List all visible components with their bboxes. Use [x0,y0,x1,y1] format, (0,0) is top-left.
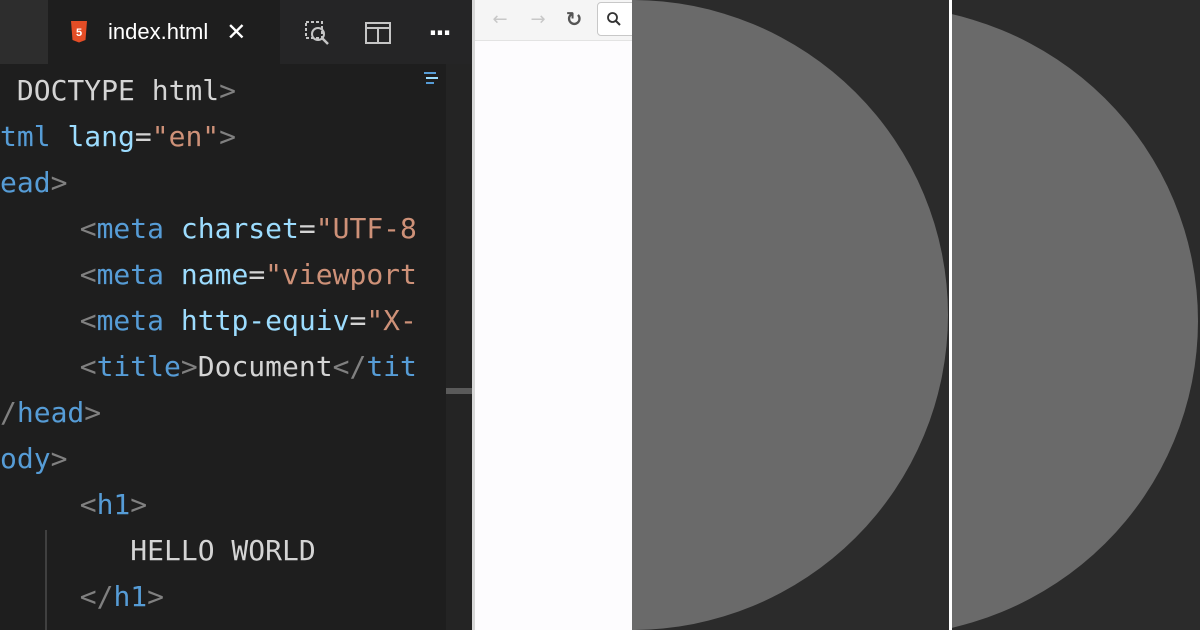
address-bar[interactable] [597,2,632,36]
code-line-title: <title>Document</tit [46,344,417,390]
code-token: </ [332,350,367,383]
code-token: "UTF-8 [315,212,417,245]
half-circle-shape [632,0,948,630]
scrollbar-thumb[interactable] [446,388,472,394]
split-editor-icon[interactable] [363,18,393,48]
inactive-tab[interactable] [0,0,48,64]
code-token: = [248,258,266,291]
browser-viewport [475,41,632,630]
code-token: h1 [96,488,131,521]
close-icon[interactable]: ✕ [226,18,246,46]
code-area[interactable]: DOCTYPE html> tml lang="en"> ead> <meta ch… [0,68,420,630]
forward-arrow-icon[interactable]: → [525,6,551,32]
code-token: meta [96,212,181,245]
code-token: </ [79,580,114,613]
code-line-head-close: /head> [0,390,101,436]
code-editor[interactable]: 5 index.html ✕ ··· DOCTYPE html> tml lang… [0,0,472,630]
code-line-h1-close: </h1> [46,574,164,620]
code-token: DOCTYPE html [0,74,220,107]
code-token: > [219,120,237,153]
html5-icon: 5 [71,21,87,43]
code-line-html: tml lang="en"> [0,114,236,160]
code-token: > [147,580,165,613]
tab-label: index.html [108,19,209,44]
code-token: = [298,212,316,245]
code-token: HELLO WORLD [46,534,316,567]
code-token: meta [96,258,181,291]
code-line-body-open: ody> [0,436,67,482]
code-token: "en" [151,120,220,153]
more-actions-icon[interactable]: ··· [424,18,454,48]
indent-guide [45,530,47,630]
code-token: head [16,396,85,429]
browser-toolbar: ← → ↻ [475,0,632,41]
editor-tab-bar: 5 index.html ✕ ··· [0,0,472,64]
code-token: title [96,350,181,383]
code-token: > [219,74,237,107]
svg-text:5: 5 [76,27,82,39]
tab-index-html[interactable]: 5 index.html ✕ [48,0,280,64]
code-token: < [79,488,97,521]
code-token: tit [366,350,417,383]
code-token: > [180,350,198,383]
code-token: ead [0,166,51,199]
code-token: / [0,396,17,429]
code-token: "X- [366,304,417,337]
code-token: lang [67,120,135,153]
code-token: < [79,212,97,245]
code-token: http-equiv [180,304,350,337]
circle-panel-left [632,0,949,630]
code-token: ody [0,442,51,475]
search-icon [607,12,621,26]
half-circle-shape [952,6,1198,630]
code-token: "viewport [265,258,417,291]
code-token: < [79,258,97,291]
code-line-meta-http-equiv: <meta http-equiv="X- [46,298,417,344]
circle-panel-right [952,0,1200,630]
code-line-meta-charset: <meta charset="UTF-8 [46,206,417,252]
code-token: h1 [113,580,148,613]
code-token: < [79,350,97,383]
browser-preview: ← → ↻ [472,0,632,630]
code-token: < [79,304,97,337]
minimap-preview-icon [424,72,438,84]
code-token: = [349,304,367,337]
code-token: tml [0,120,68,153]
vertical-scrollbar[interactable] [446,64,472,630]
code-token: name [180,258,249,291]
code-line-doctype: DOCTYPE html> [0,68,236,114]
back-arrow-icon[interactable]: ← [487,6,513,32]
code-token: > [84,396,102,429]
reload-icon[interactable]: ↻ [561,6,587,32]
open-preview-icon[interactable] [302,18,332,48]
code-token: meta [96,304,181,337]
code-line-h1-open: <h1> [46,482,147,528]
code-token: Document [197,350,333,383]
code-token: > [130,488,148,521]
code-line-meta-viewport: <meta name="viewport [46,252,417,298]
code-line-h1-text: HELLO WORLD [46,528,316,574]
code-token: > [50,166,68,199]
code-token: charset [180,212,299,245]
code-token: = [134,120,152,153]
code-line-head-open: ead> [0,160,67,206]
code-token: > [50,442,68,475]
minimap[interactable] [420,64,446,630]
